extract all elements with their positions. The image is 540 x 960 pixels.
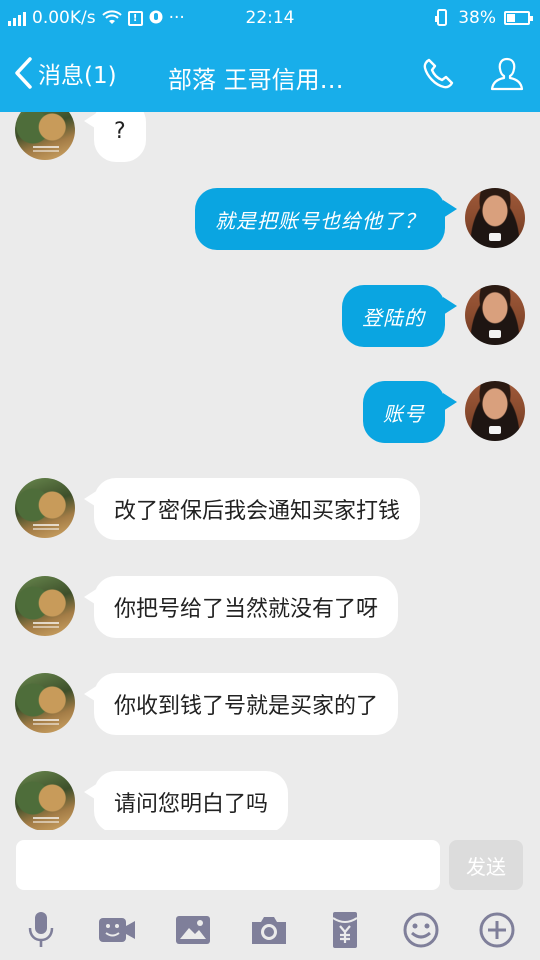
message-bubble[interactable]: 你把号给了当然就没有了呀 [83,576,399,638]
avatar[interactable] [465,285,525,345]
avatar[interactable] [15,478,75,538]
person-icon[interactable] [489,56,525,92]
microphone-button[interactable] [19,908,63,952]
plus-button[interactable] [475,908,519,952]
chevron-left-icon [15,57,32,89]
input-bar: 发送 [0,830,540,960]
video-call-icon [99,918,135,942]
avatar[interactable] [465,188,525,248]
plus-icon [479,912,515,948]
message-bubble[interactable]: 你收到钱了号就是买家的了 [83,673,399,735]
chat-title: 部落 王哥信用… [168,66,344,94]
chat-toolbar [0,908,540,952]
message-bubble[interactable]: 改了密保后我会通知买家打钱 [83,478,421,540]
back-button[interactable]: 消息(1) [12,56,117,90]
phone-icon[interactable] [420,56,456,92]
image-button[interactable] [171,908,215,952]
image-icon [176,916,210,944]
back-label: 消息(1) [38,63,117,89]
status-right: 38% [434,8,533,28]
battery-fill [507,14,515,22]
red-packet-icon [332,912,358,948]
message-bubble[interactable]: ? [84,112,146,162]
message-input[interactable] [16,840,440,890]
chat-header: 消息(1) 部落 王哥信用… [0,36,540,112]
message-bubble[interactable]: 请问您明白了吗 [83,771,289,830]
microphone-icon [28,912,54,947]
message-list[interactable]: ? 就是把账号也给他了？ 登陆的 账号 改了密保后我会通知买家打钱 你把号给了当… [0,112,540,830]
camera-icon [252,917,286,944]
avatar[interactable] [15,771,75,830]
avatar[interactable] [465,381,525,441]
battery-icon [504,11,533,25]
phone-status-icon [435,9,448,26]
red-packet-button[interactable] [323,908,367,952]
message-bubble[interactable]: 就是把账号也给他了？ [195,188,457,250]
send-button[interactable]: 发送 [449,840,523,890]
message-bubble[interactable]: 登陆的 [342,285,457,347]
avatar[interactable] [15,112,75,160]
avatar[interactable] [15,673,75,733]
message-bubble[interactable]: 账号 [363,381,457,443]
status-bar: 0.00K/s ! ··· 22:14 38% [0,0,540,36]
avatar[interactable] [15,576,75,636]
emoji-button[interactable] [399,908,443,952]
battery-percent: 38% [458,8,496,28]
video-call-button[interactable] [95,908,139,952]
camera-button[interactable] [247,908,291,952]
emoji-icon [403,912,439,948]
